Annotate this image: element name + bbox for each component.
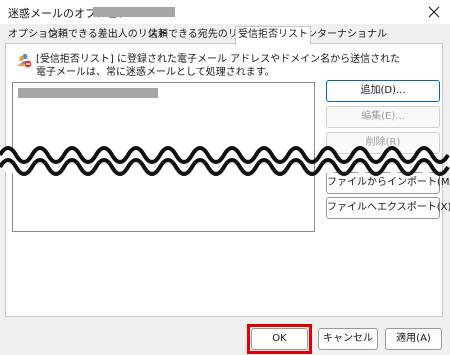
add-button[interactable]: 追加(D)... (326, 80, 440, 102)
redacted-account-name (93, 7, 175, 17)
tab-strip: オプション 信頼できる差出人のリスト 信頼できる宛先のリスト 受信拒否リスト イ… (0, 26, 450, 45)
wavy-break-divider (0, 146, 450, 176)
options-dialog: 迷惑メールのオプション - オプション 信頼できる差出人のリスト 信頼できる宛先… (0, 0, 450, 355)
info-text-line2: 電子メールは、常に迷惑メールとして処理されます。 (36, 67, 275, 78)
blocked-senders-icon (17, 53, 32, 68)
apply-button[interactable]: 適用(A) (385, 328, 442, 350)
list-item[interactable] (18, 88, 158, 98)
close-button[interactable] (418, 0, 450, 24)
title-bar: 迷惑メールのオプション - (0, 0, 450, 24)
blocked-senders-panel: [受信拒否リスト] に登録された電子メール アドレスやドメイン名から送信された … (5, 43, 450, 317)
cancel-button[interactable]: キャンセル (318, 328, 378, 350)
ok-button-highlight (247, 324, 312, 354)
close-icon (428, 6, 440, 18)
tab-blocked-senders[interactable]: 受信拒否リスト (235, 26, 311, 45)
export-button[interactable]: ファイルへエクスポート(X)... (326, 197, 450, 219)
edit-button[interactable]: 編集(E)... (326, 106, 440, 128)
